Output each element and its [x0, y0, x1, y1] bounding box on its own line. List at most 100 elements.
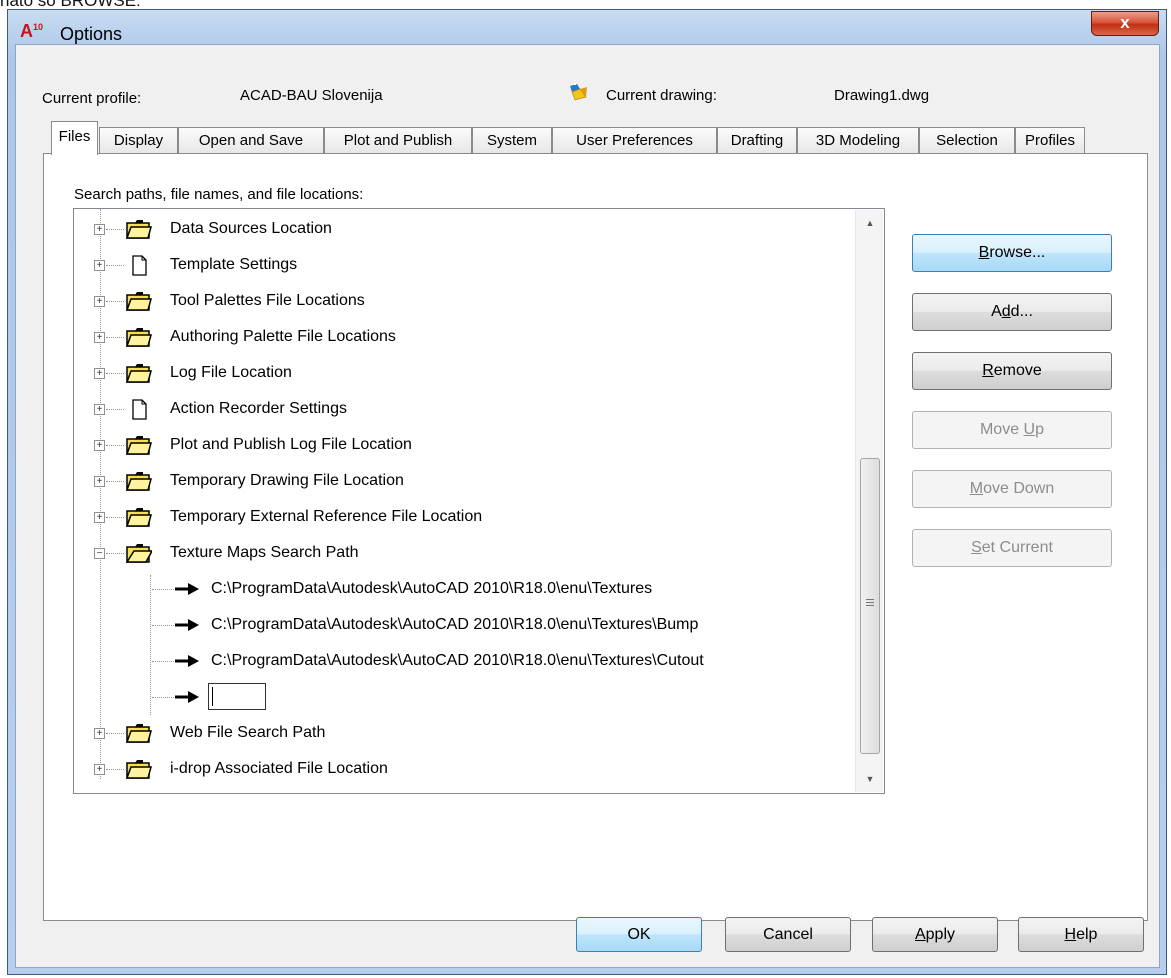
- expand-icon[interactable]: +: [94, 440, 105, 451]
- tab-user-preferences[interactable]: User Preferences: [552, 127, 717, 154]
- tree-node-label: Data Sources Location: [170, 220, 332, 237]
- tree-connector: [106, 373, 124, 374]
- tab-display[interactable]: Display: [99, 127, 178, 154]
- dialog-client-area: Current profile: ACAD-BAU Slovenija Curr…: [15, 44, 1160, 968]
- set-current-button[interactable]: Set Current: [912, 529, 1112, 567]
- folder-icon: [126, 472, 152, 491]
- tree-node[interactable]: + Tool Palettes File Locations: [74, 283, 854, 319]
- tree-connector: [106, 337, 124, 338]
- tree-node-label: Log File Location: [170, 364, 292, 381]
- open-folder-icon: [126, 544, 152, 563]
- folder-icon: [126, 328, 152, 347]
- tree-vertical-scrollbar[interactable]: ▲ ▼: [855, 210, 883, 792]
- expand-icon[interactable]: +: [94, 764, 105, 775]
- file-locations-tree[interactable]: + Data Sources Location + Template Setti…: [73, 208, 885, 794]
- current-drawing-value: Drawing1.dwg: [834, 87, 930, 104]
- tree-connector: [152, 661, 174, 662]
- move-up-button[interactable]: Move Up: [912, 411, 1112, 449]
- tree-node-expanded[interactable]: − Texture Maps Search Path: [74, 535, 854, 571]
- tree-child-label: C:\ProgramData\Autodesk\AutoCAD 2010\R18…: [211, 616, 699, 633]
- tree-node[interactable]: + Authoring Palette File Locations: [74, 319, 854, 355]
- tree-connector: [106, 445, 124, 446]
- document-icon: [132, 399, 147, 420]
- tree-connector: [106, 481, 124, 482]
- drawing-icon: [570, 83, 587, 101]
- expand-icon[interactable]: +: [94, 332, 105, 343]
- tree-child-path[interactable]: C:\ProgramData\Autodesk\AutoCAD 2010\R18…: [74, 643, 854, 679]
- autocad-app-icon: A10: [20, 21, 44, 41]
- folder-icon: [126, 436, 152, 455]
- tab-drafting[interactable]: Drafting: [717, 127, 797, 154]
- tree-connector: [106, 553, 124, 554]
- search-paths-label: Search paths, file names, and file locat…: [74, 186, 364, 203]
- new-path-edit-field[interactable]: [208, 683, 266, 710]
- folder-icon: [126, 292, 152, 311]
- document-icon: [132, 255, 147, 276]
- expand-icon[interactable]: +: [94, 512, 105, 523]
- window-title: Options: [60, 24, 123, 44]
- scroll-down-arrow-icon[interactable]: ▼: [856, 768, 884, 790]
- arrow-right-icon: [175, 655, 199, 667]
- tab-open-and-save[interactable]: Open and Save: [178, 127, 324, 154]
- tab-3d-modeling[interactable]: 3D Modeling: [797, 127, 919, 154]
- files-tab-panel: Search paths, file names, and file locat…: [43, 153, 1148, 921]
- options-dialog: A10 Options x Current profile: ACAD-BAU …: [7, 9, 1167, 975]
- scroll-thumb[interactable]: [860, 458, 880, 754]
- add-button[interactable]: Add...: [912, 293, 1112, 331]
- expand-icon[interactable]: +: [94, 296, 105, 307]
- scroll-up-arrow-icon[interactable]: ▲: [856, 212, 884, 234]
- tree-node[interactable]: + Template Settings: [74, 247, 854, 283]
- tab-system[interactable]: System: [472, 127, 552, 154]
- expand-icon[interactable]: +: [94, 728, 105, 739]
- tree-connector: [106, 733, 124, 734]
- apply-button[interactable]: Apply: [872, 917, 998, 952]
- expand-icon[interactable]: +: [94, 260, 105, 271]
- folder-icon: [126, 724, 152, 743]
- folder-icon: [126, 364, 152, 383]
- text-caret: [212, 687, 213, 706]
- tree-node[interactable]: + i-drop Associated File Location: [74, 751, 854, 787]
- expand-icon[interactable]: +: [94, 476, 105, 487]
- tree-connector: [106, 301, 124, 302]
- tree-connector: [106, 517, 124, 518]
- tree-node[interactable]: + Action Recorder Settings: [74, 391, 854, 427]
- tree-node[interactable]: + Data Sources Location: [74, 211, 854, 247]
- tree-node[interactable]: + Plot and Publish Log File Location: [74, 427, 854, 463]
- tree-node[interactable]: + Log File Location: [74, 355, 854, 391]
- tab-selection[interactable]: Selection: [919, 127, 1015, 154]
- close-button[interactable]: x: [1091, 11, 1159, 36]
- tree-node-label: Action Recorder Settings: [170, 400, 347, 417]
- tree-child-new-path[interactable]: [74, 679, 854, 715]
- tab-plot-and-publish[interactable]: Plot and Publish: [324, 127, 472, 154]
- browse-button[interactable]: Browse...: [912, 234, 1112, 272]
- tree-child-path[interactable]: C:\ProgramData\Autodesk\AutoCAD 2010\R18…: [74, 607, 854, 643]
- tree-child-label: C:\ProgramData\Autodesk\AutoCAD 2010\R18…: [211, 652, 704, 669]
- tree-connector: [106, 229, 124, 230]
- scroll-grip-icon: [866, 599, 874, 607]
- tree-child-path[interactable]: C:\ProgramData\Autodesk\AutoCAD 2010\R18…: [74, 571, 854, 607]
- current-drawing-label: Current drawing:: [606, 87, 717, 104]
- tree-node-label: Plot and Publish Log File Location: [170, 436, 412, 453]
- tree-connector: [152, 697, 174, 698]
- tree-connector: [106, 769, 124, 770]
- tree-connector: [152, 625, 174, 626]
- current-profile-value: ACAD-BAU Slovenija: [240, 87, 383, 104]
- tab-profiles[interactable]: Profiles: [1015, 127, 1085, 154]
- move-down-button[interactable]: Move Down: [912, 470, 1112, 508]
- tree-node-label: Texture Maps Search Path: [170, 544, 359, 561]
- tab-files[interactable]: Files: [51, 121, 98, 155]
- tree-node[interactable]: + Temporary Drawing File Location: [74, 463, 854, 499]
- remove-button[interactable]: Remove: [912, 352, 1112, 390]
- tree-node-label: Authoring Palette File Locations: [170, 328, 396, 345]
- tree-node[interactable]: + Temporary External Reference File Loca…: [74, 499, 854, 535]
- collapse-icon[interactable]: −: [94, 548, 105, 559]
- tree-node[interactable]: + Web File Search Path: [74, 715, 854, 751]
- expand-icon[interactable]: +: [94, 368, 105, 379]
- tree-connector: [106, 409, 124, 410]
- ok-button[interactable]: OK: [576, 917, 702, 952]
- help-button[interactable]: Help: [1018, 917, 1144, 952]
- cancel-button[interactable]: Cancel: [725, 917, 851, 952]
- expand-icon[interactable]: +: [94, 404, 105, 415]
- expand-icon[interactable]: +: [94, 224, 105, 235]
- title-bar[interactable]: A10 Options x: [8, 10, 1166, 44]
